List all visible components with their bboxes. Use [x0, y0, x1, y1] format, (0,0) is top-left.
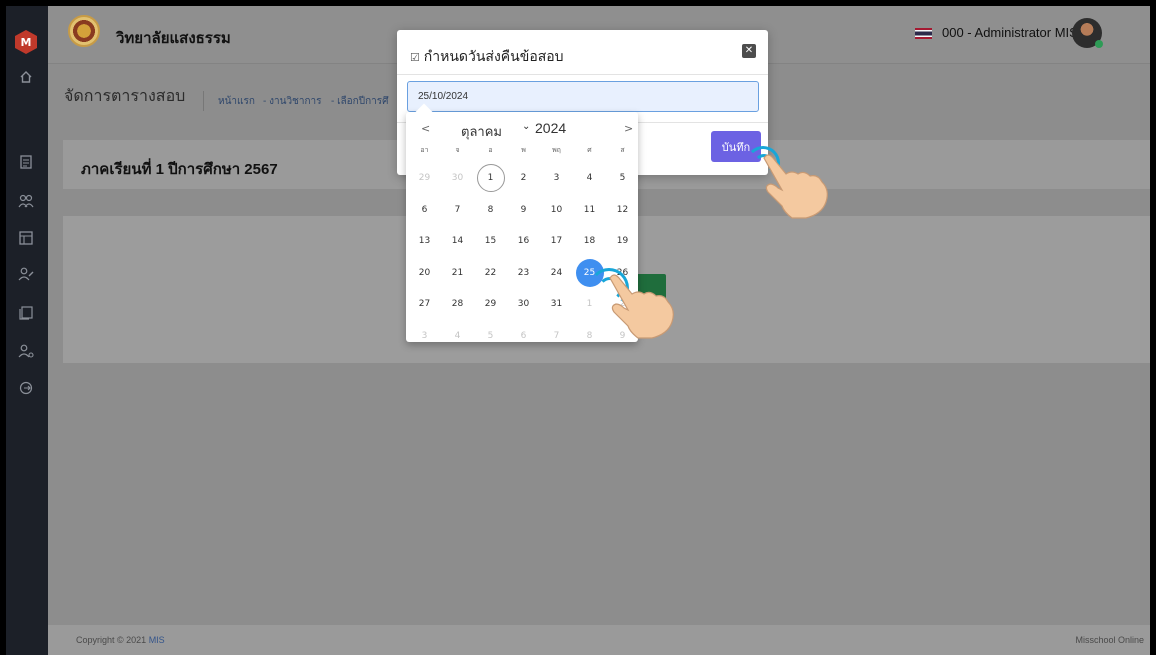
month-select[interactable]: ตุลาคม	[461, 121, 502, 142]
calendar-day[interactable]: 2	[510, 164, 538, 192]
calendar-day[interactable]: 12	[609, 196, 637, 224]
school-name: วิทยาลัยแสงธรรม	[116, 30, 231, 47]
calendar-day[interactable]: 8	[477, 196, 505, 224]
return-date-input[interactable]	[407, 81, 759, 112]
modal-title-text: กำหนดวันส่งคืนข้อสอบ	[423, 48, 564, 64]
copyright-text: Copyright © 2021	[76, 635, 147, 645]
book-icon[interactable]	[16, 303, 36, 323]
calendar-day[interactable]: 3	[543, 164, 571, 192]
calendar-day[interactable]: 29	[411, 164, 439, 192]
calendar-day[interactable]: 6	[411, 196, 439, 224]
next-month-button[interactable]: >	[624, 122, 633, 135]
breadcrumb-academic[interactable]: - งานวิชาการ	[263, 94, 322, 109]
calendar-day[interactable]: 14	[444, 227, 472, 255]
calendar-day[interactable]: 28	[444, 290, 472, 318]
calendar-day[interactable]: 29	[477, 290, 505, 318]
app-logo[interactable]: M	[15, 30, 37, 54]
calendar-day[interactable]: 30	[510, 290, 538, 318]
calendar-day[interactable]: 8	[576, 322, 604, 350]
calendar-day[interactable]: 22	[477, 259, 505, 287]
pointing-hand-icon	[609, 274, 674, 339]
online-status-icon	[1095, 40, 1103, 48]
calendar-day[interactable]: 30	[444, 164, 472, 192]
semester-title: ภาคเรียนที่ 1 ปีการศึกษา 2567	[81, 161, 278, 178]
calendar-day[interactable]: 13	[411, 227, 439, 255]
calendar-day[interactable]: 3	[411, 322, 439, 350]
calendar-day[interactable]: 27	[411, 290, 439, 318]
breadcrumb-divider	[203, 91, 204, 111]
footer: Copyright © 2021 MIS Misschool Online	[48, 625, 1150, 655]
copyright-brand-link[interactable]: MIS	[149, 635, 165, 645]
weekday-label: ส	[620, 146, 625, 154]
users-icon[interactable]	[16, 191, 36, 211]
user-settings-icon[interactable]	[16, 341, 36, 361]
calendar-day[interactable]: 24	[543, 259, 571, 287]
modal-title: ☑ กำหนดวันส่งคืนข้อสอบ	[410, 46, 564, 68]
weekday-label: พฤ	[552, 146, 561, 154]
calendar-day[interactable]: 16	[510, 227, 538, 255]
calendar-day[interactable]: 11	[576, 196, 604, 224]
user-edit-icon[interactable]	[16, 264, 36, 284]
breadcrumb-select-year[interactable]: - เลือกปีการศึ	[331, 94, 388, 109]
copyright: Copyright © 2021 MIS	[76, 635, 165, 645]
weekday-label: พ	[521, 146, 526, 154]
calendar-day[interactable]: 19	[609, 227, 637, 255]
page-title: จัดการตารางสอบ	[64, 88, 186, 105]
chevron-down-icon[interactable]: ⌄	[522, 121, 530, 132]
calendar-day[interactable]: 31	[543, 290, 571, 318]
weekday-label: จ	[455, 146, 460, 154]
pointing-hand-icon	[763, 154, 828, 219]
calendar-day[interactable]: 23	[510, 259, 538, 287]
footer-brand: Misschool Online	[1075, 635, 1144, 645]
prev-month-button[interactable]: <	[421, 122, 430, 135]
table-icon[interactable]	[16, 228, 36, 248]
home-icon[interactable]	[16, 67, 36, 87]
modal-divider	[397, 74, 768, 75]
year-select[interactable]: 2024	[535, 120, 566, 136]
calendar-day[interactable]: 7	[543, 322, 571, 350]
app-window: M วิทยาลัยแสงธรรม 000 - Administrator MI…	[6, 6, 1150, 655]
close-icon[interactable]: ✕	[742, 44, 756, 58]
document-icon[interactable]	[16, 152, 36, 172]
calendar-day[interactable]: 15	[477, 227, 505, 255]
calendar-day[interactable]: 6	[510, 322, 538, 350]
calendar-day[interactable]: 10	[543, 196, 571, 224]
calendar-day[interactable]: 5	[477, 322, 505, 350]
calendar-day[interactable]: 18	[576, 227, 604, 255]
user-name[interactable]: 000 - Administrator MIS	[942, 25, 1078, 40]
edit-icon: ☑	[410, 52, 420, 64]
school-logo	[68, 15, 100, 47]
calendar-day[interactable]: 5	[609, 164, 637, 192]
calendar-day[interactable]: 1	[476, 164, 505, 192]
calendar-day[interactable]: 20	[411, 259, 439, 287]
calendar-day[interactable]: 7	[444, 196, 472, 224]
weekday-label: อ	[488, 146, 493, 154]
sidebar: M	[6, 6, 48, 655]
breadcrumb-home[interactable]: หน้าแรก	[218, 94, 255, 109]
calendar-day[interactable]: 9	[510, 196, 538, 224]
calendar-day[interactable]: 17	[543, 227, 571, 255]
thai-flag-icon[interactable]	[915, 28, 932, 39]
calendar-day[interactable]: 4	[444, 322, 472, 350]
weekday-label: ศ	[587, 146, 592, 154]
weekday-label: อา	[420, 146, 429, 154]
calendar-day[interactable]: 4	[576, 164, 604, 192]
logout-icon[interactable]	[16, 378, 36, 398]
calendar-day[interactable]: 21	[444, 259, 472, 287]
